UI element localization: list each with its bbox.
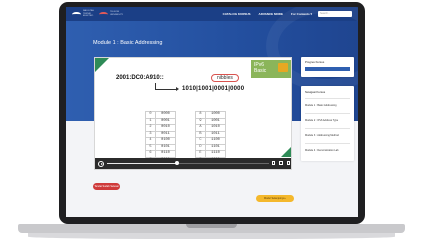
- video-progress-bar[interactable]: [107, 161, 269, 165]
- laptop-shadow: [28, 233, 395, 239]
- nav-item-module-3[interactable]: Module 3 : Addressing Method: [305, 134, 339, 137]
- divider: [305, 113, 350, 114]
- course-progress-bar: [305, 67, 350, 71]
- divider: [305, 128, 350, 129]
- progress-title: Progres Kursus: [305, 60, 325, 64]
- video-progress-fill: [107, 162, 177, 164]
- page-title: Module 1 : Basic Addressing: [93, 40, 163, 46]
- nibbles-label: nibbles: [211, 74, 239, 82]
- decorative-triangle: [95, 58, 109, 72]
- volume-icon[interactable]: [279, 161, 283, 165]
- video-player[interactable]: IPv6 Basic 2001:DC0:A910:: nibbles 1010|…: [94, 57, 292, 170]
- logo-text-1: FAKULTAS TEKNIK ELEKTRO: [83, 10, 94, 18]
- nav-item-module-1[interactable]: Module 1 : Basic Addressing: [305, 104, 337, 107]
- next-module-button[interactable]: Modul Selanjutnya ›: [256, 195, 294, 202]
- mark-complete-button[interactable]: Tandai Sudah Selesai: [93, 183, 120, 190]
- divider: [305, 143, 350, 144]
- logo-icon: [99, 11, 108, 17]
- badge-icon: [278, 63, 288, 72]
- play-icon[interactable]: [98, 160, 104, 167]
- video-progress-thumb[interactable]: [174, 161, 179, 165]
- nav-item-module-2[interactable]: Module 2 : IPv6 Address Type: [305, 119, 338, 122]
- logo-icon: [72, 11, 81, 17]
- hex-binary-table-left: 0000010001200103001140100501016011070111: [145, 111, 176, 164]
- course-navigation-card: Navigasi Kursus Module 1 : Basic Address…: [301, 86, 354, 161]
- ipv6-label: IPv6 Basic: [254, 62, 267, 74]
- course-progress-card: Progres Kursus: [301, 57, 354, 77]
- fullscreen-icon[interactable]: [286, 161, 290, 165]
- arrow-head-icon: [176, 87, 179, 91]
- nav-link-advance-mode[interactable]: ADVANCE MODE: [259, 12, 283, 16]
- arrow-icon: [155, 89, 177, 90]
- laptop-mockup: FAKULTAS TEKNIK ELEKTRO TELKOM UNIVERSIT…: [0, 0, 423, 242]
- hex-binary-table-right: 8100091001A1010B1011C1100D1101E1110F1111: [195, 111, 226, 164]
- ipv6-label-box: IPv6 Basic: [251, 60, 291, 78]
- logo-text-2: TELKOM UNIVERSITY: [110, 11, 124, 16]
- decorative-triangle: [281, 147, 291, 157]
- logo[interactable]: FAKULTAS TEKNIK ELEKTRO TELKOM UNIVERSIT…: [72, 10, 124, 18]
- control-icons: [271, 161, 290, 165]
- screen: FAKULTAS TEKNIK ELEKTRO TELKOM UNIVERSIT…: [66, 7, 358, 217]
- binary-value: 1010|1001|0001|0000: [182, 86, 245, 92]
- navigation-title: Navigasi Kursus: [305, 90, 326, 94]
- video-controls: [95, 158, 291, 169]
- course-progress-fill: [305, 67, 350, 71]
- nav-item-module-4[interactable]: Module 4 : Demonstration Lab: [305, 149, 339, 152]
- captions-icon[interactable]: [271, 161, 275, 165]
- ipv6-address: 2001:DC0:A910::: [116, 75, 164, 81]
- laptop-notch: [186, 224, 237, 228]
- nav-link-catalog[interactable]: CATALOG KURSUS: [223, 12, 251, 16]
- divider: [305, 98, 350, 99]
